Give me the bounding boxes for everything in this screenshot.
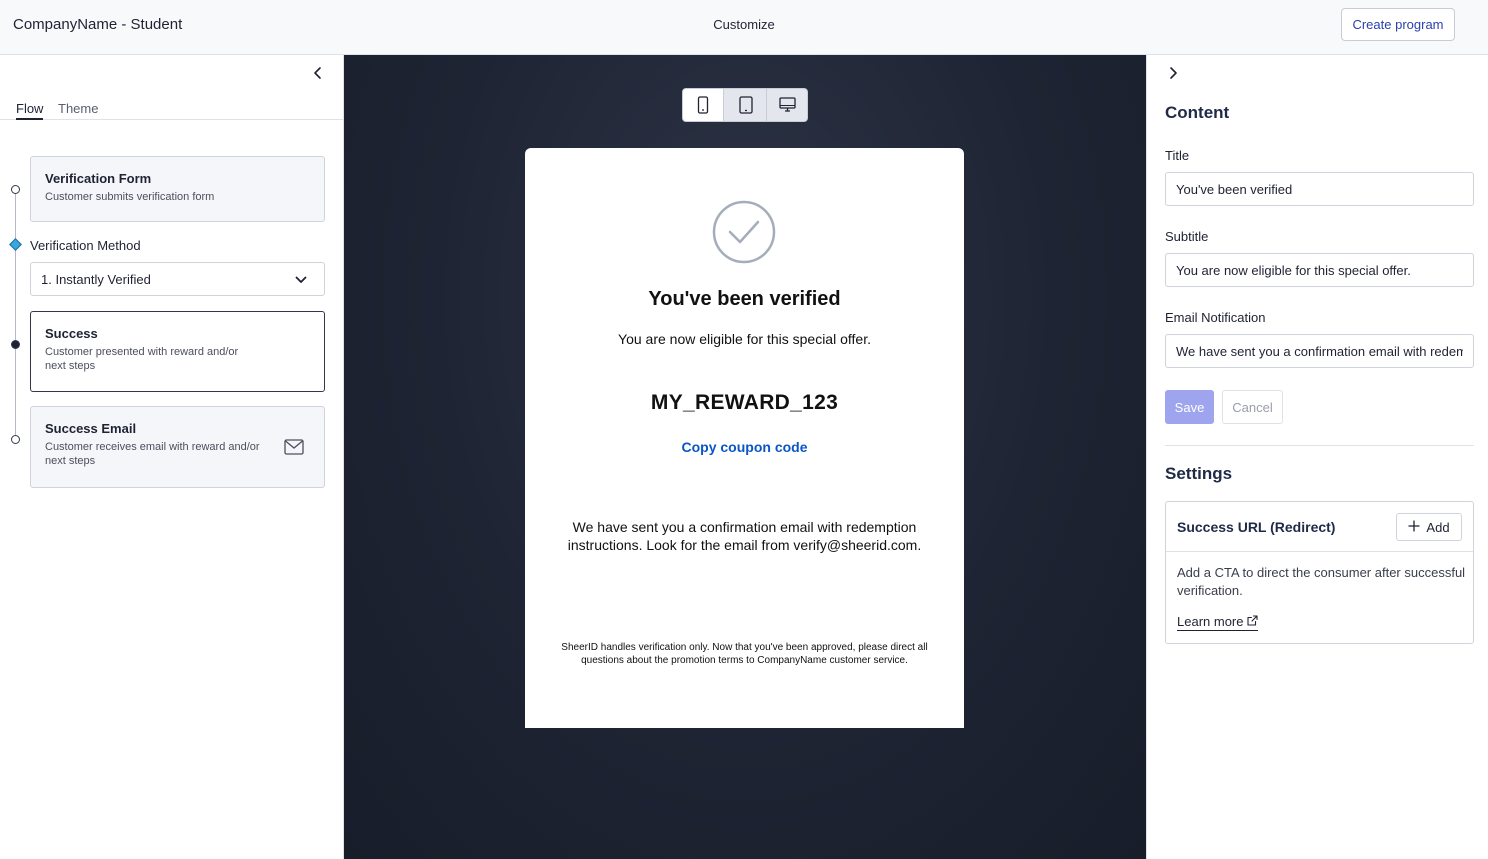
success-preview-card: You've been verified You are now eligibl… [525, 148, 964, 728]
coupon-code: MY_REWARD_123 [650, 391, 839, 414]
preview-footer: SheerID handles verification only. Now t… [561, 642, 928, 666]
plus-icon [1408, 519, 1421, 535]
timeline-line [15, 190, 16, 440]
step-title: Success Email [45, 421, 137, 436]
add-label: Add [1426, 519, 1450, 535]
preview-title: You've been verified [648, 288, 841, 310]
create-program-button[interactable]: Create program [1341, 8, 1455, 41]
step-success-email[interactable]: Success Email Customer receives email wi… [30, 406, 325, 488]
phone-icon[interactable] [683, 89, 724, 121]
success-url-box: Success URL (Redirect) Add Add a CTA to … [1165, 501, 1474, 644]
timeline-node [11, 185, 20, 194]
verification-method-select[interactable]: 1. Instantly Verified [30, 262, 325, 296]
success-url-title: Success URL (Redirect) [1177, 519, 1336, 535]
subtitle-field[interactable] [1165, 253, 1474, 287]
step-verification-form[interactable]: Verification Form Customer submits verif… [30, 156, 325, 222]
preview-subtitle: You are now eligible for this special of… [618, 331, 871, 347]
external-link-icon [1247, 614, 1259, 629]
timeline-node-active [9, 238, 22, 251]
step-success[interactable]: Success Customer presented with reward a… [30, 311, 325, 392]
chevron-down-icon [294, 273, 308, 292]
email-notification-label: Email Notification [1165, 310, 1266, 325]
timeline-node [11, 435, 20, 444]
divider [1165, 445, 1474, 446]
learn-more-label: Learn more [1177, 614, 1244, 629]
step-description: Customer receives email with reward and/… [45, 441, 260, 467]
chevron-left-icon[interactable] [308, 63, 328, 83]
preview-email-text: We have sent you a confirmation email wi… [567, 519, 922, 553]
top-bar: CompanyName - Student Customize Create p… [0, 0, 1488, 55]
save-button[interactable]: Save [1165, 390, 1214, 424]
page-title: Customize [713, 17, 775, 32]
select-value: 1. Instantly Verified [41, 272, 151, 287]
desktop-icon[interactable] [766, 89, 807, 121]
title-label: Title [1165, 148, 1190, 163]
settings-heading: Settings [1165, 464, 1233, 483]
add-success-url-button[interactable]: Add [1396, 513, 1462, 541]
learn-more-link[interactable]: Learn more [1177, 614, 1259, 631]
step-description: Customer submits verification form [45, 191, 215, 203]
success-url-description: Add a CTA to direct the consumer after s… [1177, 565, 1466, 598]
copy-coupon-link[interactable]: Copy coupon code [525, 439, 964, 455]
tab-theme[interactable]: Theme [58, 101, 98, 120]
step-title: Success [45, 326, 98, 341]
panel-tabs: Flow Theme [0, 101, 343, 120]
verification-method-label: Verification Method [30, 238, 141, 253]
device-toggle [682, 88, 808, 122]
checkmark-circle-icon [712, 200, 776, 269]
content-heading: Content [1165, 103, 1230, 122]
success-url-header: Success URL (Redirect) Add [1166, 502, 1473, 552]
tab-flow[interactable]: Flow [16, 101, 44, 120]
flow-panel: Flow Theme Verification Form Customer su… [0, 55, 344, 859]
subtitle-label: Subtitle [1165, 229, 1209, 244]
chevron-right-icon[interactable] [1163, 63, 1183, 83]
tablet-icon[interactable] [725, 89, 766, 121]
title-field[interactable] [1165, 172, 1474, 206]
cancel-button[interactable]: Cancel [1222, 390, 1283, 424]
content-panel: Content Title Subtitle Email Notificatio… [1146, 55, 1488, 859]
step-title: Verification Form [45, 171, 152, 186]
email-notification-field[interactable] [1165, 334, 1474, 368]
preview-area: You've been verified You are now eligibl… [344, 55, 1146, 859]
timeline-node [11, 340, 20, 349]
mail-icon [284, 439, 304, 460]
step-description: Customer presented with reward and/or ne… [45, 346, 239, 372]
